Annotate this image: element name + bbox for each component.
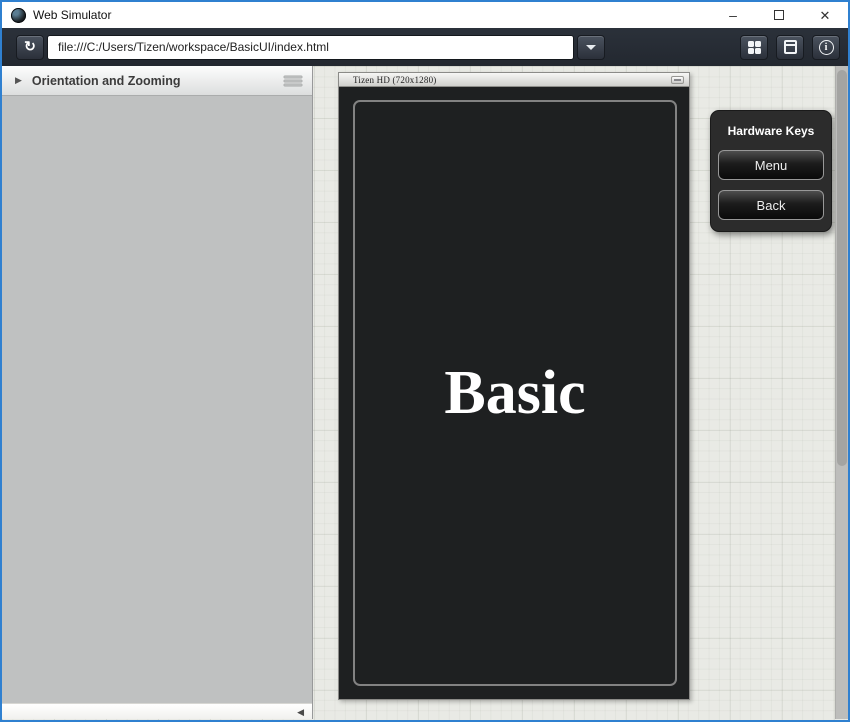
scroll-left-arrow-icon[interactable]: ◀: [297, 707, 304, 718]
toolbar: ↻ i: [2, 28, 848, 66]
device-minimize-button[interactable]: [671, 76, 684, 84]
device-body: Basic: [339, 87, 689, 699]
vertical-scrollbar[interactable]: [835, 66, 848, 719]
device-view-button[interactable]: [776, 35, 804, 60]
app-screen-text: Basic: [444, 358, 585, 429]
panel-menu-icon[interactable]: [284, 76, 302, 86]
window-title: Web Simulator: [33, 8, 111, 22]
panel-body: [2, 96, 312, 703]
device-frame: Tizen HD (720x1280) Basic: [338, 72, 690, 700]
device-title: Tizen HD (720x1280): [353, 75, 436, 85]
menu-key-button[interactable]: Menu: [718, 150, 824, 180]
panels-icon: [748, 41, 761, 54]
window-controls: – ✕: [725, 8, 833, 22]
refresh-icon: ↻: [24, 39, 36, 53]
refresh-button[interactable]: ↻: [16, 35, 44, 60]
web-simulator-window: Web Simulator – ✕ ↻ i ▶ Orientation: [0, 0, 850, 722]
device-icon: [784, 40, 797, 54]
panel-section-orientation-zooming[interactable]: ▶ Orientation and Zooming: [2, 66, 312, 96]
vertical-scrollbar-thumb[interactable]: [837, 70, 847, 466]
info-icon: i: [819, 40, 834, 55]
maximize-button[interactable]: [771, 8, 787, 22]
device-titlebar[interactable]: Tizen HD (720x1280): [339, 73, 689, 87]
titlebar: Web Simulator – ✕: [2, 2, 848, 28]
url-input[interactable]: [47, 35, 574, 60]
maximize-icon: [774, 10, 784, 20]
minimize-button[interactable]: –: [725, 8, 741, 22]
device-screen[interactable]: Basic: [353, 100, 677, 686]
collapse-caret-icon: ▶: [15, 75, 22, 86]
panels-toggle-button[interactable]: [740, 35, 768, 60]
panel-section-title: Orientation and Zooming: [32, 74, 181, 88]
info-button[interactable]: i: [812, 35, 840, 60]
url-dropdown-button[interactable]: [577, 35, 605, 60]
app-icon: [11, 8, 26, 23]
side-panel: ▶ Orientation and Zooming ◀: [2, 66, 313, 719]
back-key-button[interactable]: Back: [718, 190, 824, 220]
horizontal-scrollbar[interactable]: ◀: [2, 703, 312, 719]
chevron-down-icon: [586, 45, 596, 50]
hardware-keys-panel: Hardware Keys Menu Back: [710, 110, 832, 232]
device-minimize-icon: [674, 79, 681, 81]
hardware-keys-title: Hardware Keys: [728, 124, 815, 138]
workspace-canvas: ▶ Orientation and Zooming ◀ Tizen HD (72…: [2, 66, 848, 720]
close-button[interactable]: ✕: [817, 9, 833, 22]
